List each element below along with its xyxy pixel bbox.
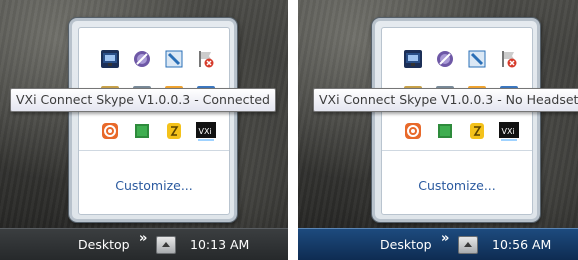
vxi-headset-icon[interactable]: VXi bbox=[195, 120, 217, 142]
status-tooltip: VXi Connect Skype V1.0.0.3 - Connected bbox=[10, 88, 276, 112]
yellow-app-icon[interactable] bbox=[468, 122, 486, 140]
tool-window-icon[interactable] bbox=[468, 50, 486, 68]
disc-utility-icon[interactable] bbox=[133, 50, 151, 68]
flyout-content: VXi Customize... bbox=[381, 27, 533, 215]
flag-error-icon[interactable] bbox=[197, 50, 215, 68]
taskbar: Desktop » 10:13 AM bbox=[0, 228, 288, 260]
taskbar-clock[interactable]: 10:13 AM bbox=[190, 237, 249, 252]
customize-link[interactable]: Customize... bbox=[79, 178, 229, 193]
network-monitor-icon[interactable] bbox=[404, 50, 422, 68]
green-square-icon[interactable] bbox=[436, 122, 454, 140]
chevron-up-icon bbox=[464, 242, 472, 247]
flag-error-icon[interactable] bbox=[500, 50, 518, 68]
show-hidden-icons-button[interactable] bbox=[156, 236, 176, 254]
desktop-toolbar-label[interactable]: Desktop bbox=[380, 237, 432, 252]
flyout-divider bbox=[79, 150, 229, 151]
customize-link[interactable]: Customize... bbox=[382, 178, 532, 193]
network-monitor-icon[interactable] bbox=[101, 50, 119, 68]
vxi-headset-icon[interactable]: VXi bbox=[498, 120, 520, 142]
tool-window-icon[interactable] bbox=[165, 50, 183, 68]
screenshot-panel-no-headset: VXi Customize... VXi Connect Skype V1.0.… bbox=[298, 0, 578, 260]
green-square-icon[interactable] bbox=[133, 122, 151, 140]
flyout-divider bbox=[382, 150, 532, 151]
svg-text:VXi: VXi bbox=[502, 127, 515, 136]
status-tooltip: VXi Connect Skype V1.0.0.3 - No Headset bbox=[313, 88, 578, 112]
disc-utility-icon[interactable] bbox=[436, 50, 454, 68]
swirl-app-icon[interactable] bbox=[404, 122, 422, 140]
toolbar-overflow-chevron-icon[interactable]: » bbox=[441, 231, 450, 246]
screenshot-panel-connected: VXi Customize... VXi Connect Skype V1.0.… bbox=[0, 0, 288, 260]
taskbar: Desktop » 10:56 AM bbox=[298, 228, 578, 260]
toolbar-overflow-chevron-icon[interactable]: » bbox=[139, 231, 148, 246]
chevron-up-icon bbox=[162, 242, 170, 247]
swirl-app-icon[interactable] bbox=[101, 122, 119, 140]
show-hidden-icons-button[interactable] bbox=[458, 236, 478, 254]
yellow-app-icon[interactable] bbox=[165, 122, 183, 140]
taskbar-clock[interactable]: 10:56 AM bbox=[492, 237, 551, 252]
flyout-content: VXi Customize... bbox=[78, 27, 230, 215]
svg-text:VXi: VXi bbox=[199, 127, 212, 136]
notification-area-flyout: VXi Customize... bbox=[69, 18, 237, 222]
notification-area-flyout: VXi Customize... bbox=[372, 18, 540, 222]
desktop-toolbar-label[interactable]: Desktop bbox=[78, 237, 130, 252]
